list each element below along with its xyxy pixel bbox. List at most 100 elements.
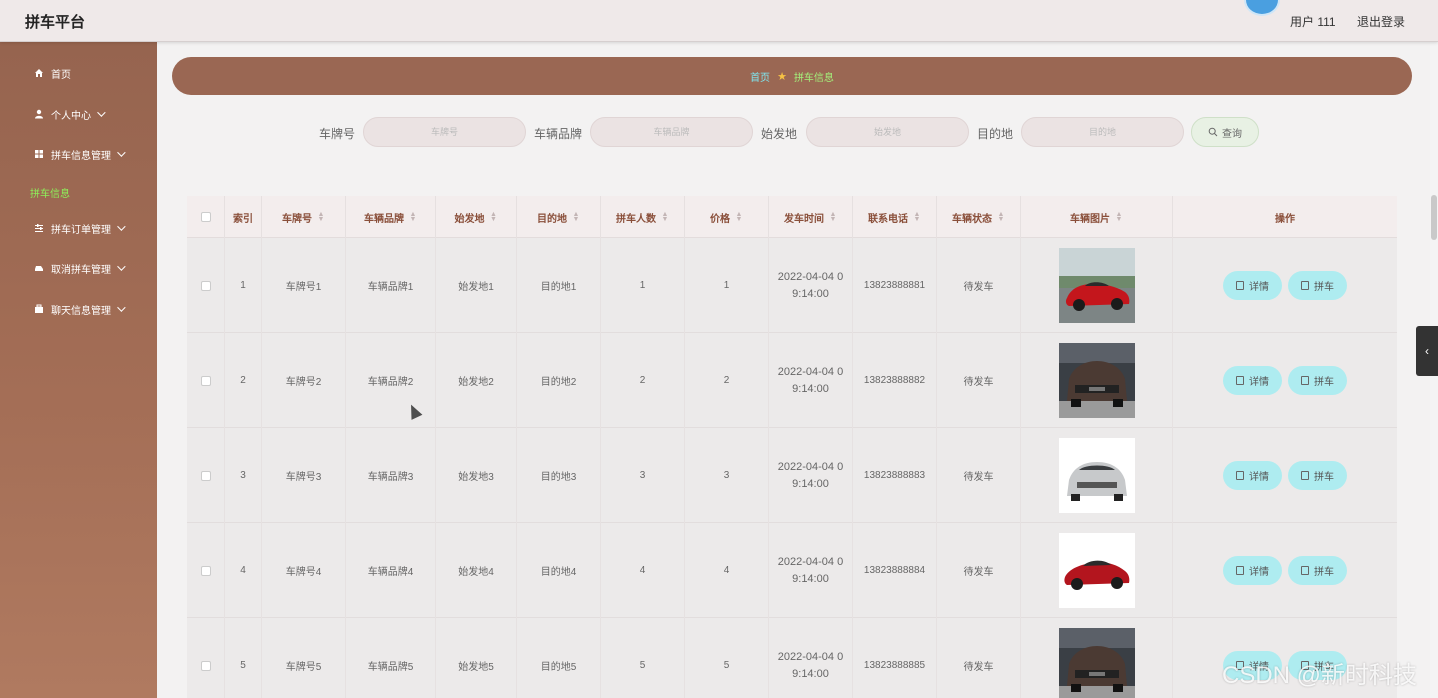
sort-icon[interactable]: ▲ ▼ (829, 211, 837, 223)
sort-icon[interactable]: ▲ ▼ (997, 211, 1005, 223)
carpool-button[interactable]: 拼车 (1288, 556, 1347, 585)
column-header[interactable]: 车辆品牌 ▲ ▼ (346, 196, 436, 238)
sidebar-subitem-carpool-info[interactable]: 拼车信息 (30, 185, 70, 200)
cell-departure-time: 2022-04-04 0 9:14:00 (769, 333, 853, 428)
cell-destination: 目的地1 (517, 238, 601, 333)
detail-button[interactable]: 详情 (1223, 461, 1282, 490)
sort-icon[interactable]: ▲ ▼ (317, 211, 325, 223)
row-checkbox[interactable] (200, 565, 211, 576)
car-photo[interactable] (1058, 438, 1135, 513)
cell-brand: 车辆品牌1 (346, 238, 436, 333)
breadcrumb: 首页 ★ 拼车信息 (172, 57, 1412, 95)
column-header[interactable]: 始发地 ▲ ▼ (436, 196, 517, 238)
breadcrumb-home[interactable]: 首页 (750, 69, 770, 84)
avatar[interactable] (1244, 0, 1280, 16)
select-all-checkbox[interactable] (200, 212, 211, 222)
cell-seats: 2 (601, 333, 685, 428)
table-row: 5 车牌号5 车辆品牌5 始发地5 目的地5 5 5 2022-04-04 0 9… (187, 618, 1397, 698)
document-icon (1236, 566, 1244, 575)
car-photo[interactable] (1058, 533, 1135, 608)
chevron-down-icon (117, 222, 126, 231)
column-header[interactable]: 拼车人数 ▲ ▼ (601, 196, 685, 238)
top-header: 拼车平台 用户 111 退出登录 (0, 0, 1438, 42)
sort-icon[interactable]: ▲ ▼ (409, 211, 417, 223)
sidebar-item-carpool-info[interactable]: 拼车信息管理 (0, 142, 157, 166)
sidebar-item-label: 个人中心 (51, 110, 91, 122)
search-icon (1208, 127, 1218, 137)
document-icon (1301, 566, 1309, 575)
cell-departure-time: 2022-04-04 0 9:14:00 (769, 428, 853, 523)
breadcrumb-current: 拼车信息 (793, 72, 834, 84)
cell-phone: 13823888884 (853, 523, 937, 618)
row-checkbox[interactable] (200, 280, 211, 291)
car-photo[interactable] (1058, 248, 1135, 323)
cell-brand: 车辆品牌2 (346, 333, 436, 428)
logout-link[interactable]: 退出登录 (1357, 13, 1405, 30)
detail-button[interactable]: 详情 (1223, 556, 1282, 585)
cell-brand: 车辆品牌4 (346, 523, 436, 618)
sort-icon[interactable]: ▲ ▼ (490, 211, 498, 223)
sidebar-item-label: 首页 (51, 69, 71, 81)
cell-actions: 详情 拼车 (1173, 428, 1397, 523)
cell-plate: 车牌号2 (262, 333, 346, 428)
car-photo[interactable] (1058, 628, 1135, 698)
column-header[interactable]: 目的地 ▲ ▼ (517, 196, 601, 238)
carpool-button[interactable]: 拼车 (1288, 366, 1347, 395)
column-header[interactable]: 价格 ▲ ▼ (685, 196, 769, 238)
cell-image (1021, 333, 1173, 428)
plate-input[interactable] (363, 117, 526, 147)
detail-button[interactable]: 详情 (1223, 366, 1282, 395)
table-header: 索引 车牌号 ▲ ▼ 车辆品牌 ▲ ▼ 始发地 ▲ ▼ 目的地 ▲ ▼ 拼车人数 ▲ ▼ 价格 ▲ ▼ … (187, 196, 1397, 238)
cell-actions: 详情 拼车 (1173, 333, 1397, 428)
cell-departure-time: 2022-04-04 0 9:14:00 (769, 618, 853, 698)
sort-icon[interactable]: ▲ ▼ (661, 211, 669, 223)
cell-destination: 目的地2 (517, 333, 601, 428)
brand-label: 车辆品牌 (534, 127, 583, 141)
cell-destination: 目的地4 (517, 523, 601, 618)
destination-input[interactable] (1021, 117, 1184, 147)
sort-icon[interactable]: ▲ ▼ (735, 211, 743, 223)
query-button[interactable]: 查询 (1191, 117, 1259, 147)
cell-departure-time: 2022-04-04 0 9:14:00 (769, 523, 853, 618)
header-select-all[interactable] (187, 196, 225, 238)
cell-status: 待发车 (937, 428, 1021, 523)
car-icon (35, 266, 43, 271)
column-header[interactable]: 车辆状态 ▲ ▼ (937, 196, 1021, 238)
detail-button[interactable]: 详情 (1223, 651, 1282, 680)
row-checkbox[interactable] (200, 660, 211, 671)
carpool-button[interactable]: 拼车 (1288, 461, 1347, 490)
origin-input[interactable] (806, 117, 969, 147)
cell-seats: 3 (601, 428, 685, 523)
sort-icon[interactable]: ▲ ▼ (572, 211, 580, 223)
column-header: 索引 (225, 196, 262, 238)
sidebar-item-cancel-carpool[interactable]: 取消拼车管理 (0, 256, 157, 280)
sidebar-item-home[interactable]: 首页 (0, 61, 157, 85)
sort-icon[interactable]: ▲ ▼ (1115, 211, 1123, 223)
carpool-button[interactable]: 拼车 (1288, 651, 1347, 680)
grid-icon (35, 150, 43, 158)
time-clock: 9:14:00 (792, 667, 829, 680)
column-header[interactable]: 车牌号 ▲ ▼ (262, 196, 346, 238)
side-panel-toggle[interactable]: ‹ (1416, 326, 1438, 376)
sidebar-item-label: 拼车订单管理 (51, 224, 111, 236)
cell-index: 3 (225, 428, 262, 523)
sidebar-item-carpool-orders[interactable]: 拼车订单管理 (0, 216, 157, 240)
column-header[interactable]: 联系电话 ▲ ▼ (853, 196, 937, 238)
carpool-button[interactable]: 拼车 (1288, 271, 1347, 300)
cell-phone: 13823888883 (853, 428, 937, 523)
row-checkbox[interactable] (200, 470, 211, 481)
column-header[interactable]: 发车时间 ▲ ▼ (769, 196, 853, 238)
cell-image (1021, 428, 1173, 523)
detail-button[interactable]: 详情 (1223, 271, 1282, 300)
row-checkbox[interactable] (200, 375, 211, 386)
cell-price: 2 (685, 333, 769, 428)
scrollbar-thumb[interactable] (1431, 195, 1437, 240)
sort-icon[interactable]: ▲ ▼ (913, 211, 921, 223)
brand-input[interactable] (590, 117, 753, 147)
document-icon (1236, 376, 1244, 385)
cell-phone: 13823888881 (853, 238, 937, 333)
sidebar-item-chat-messages[interactable]: 聊天信息管理 (0, 297, 157, 321)
car-photo[interactable] (1058, 343, 1135, 418)
column-header[interactable]: 车辆图片 ▲ ▼ (1021, 196, 1173, 238)
sidebar-item-personal-center[interactable]: 个人中心 (0, 102, 157, 126)
